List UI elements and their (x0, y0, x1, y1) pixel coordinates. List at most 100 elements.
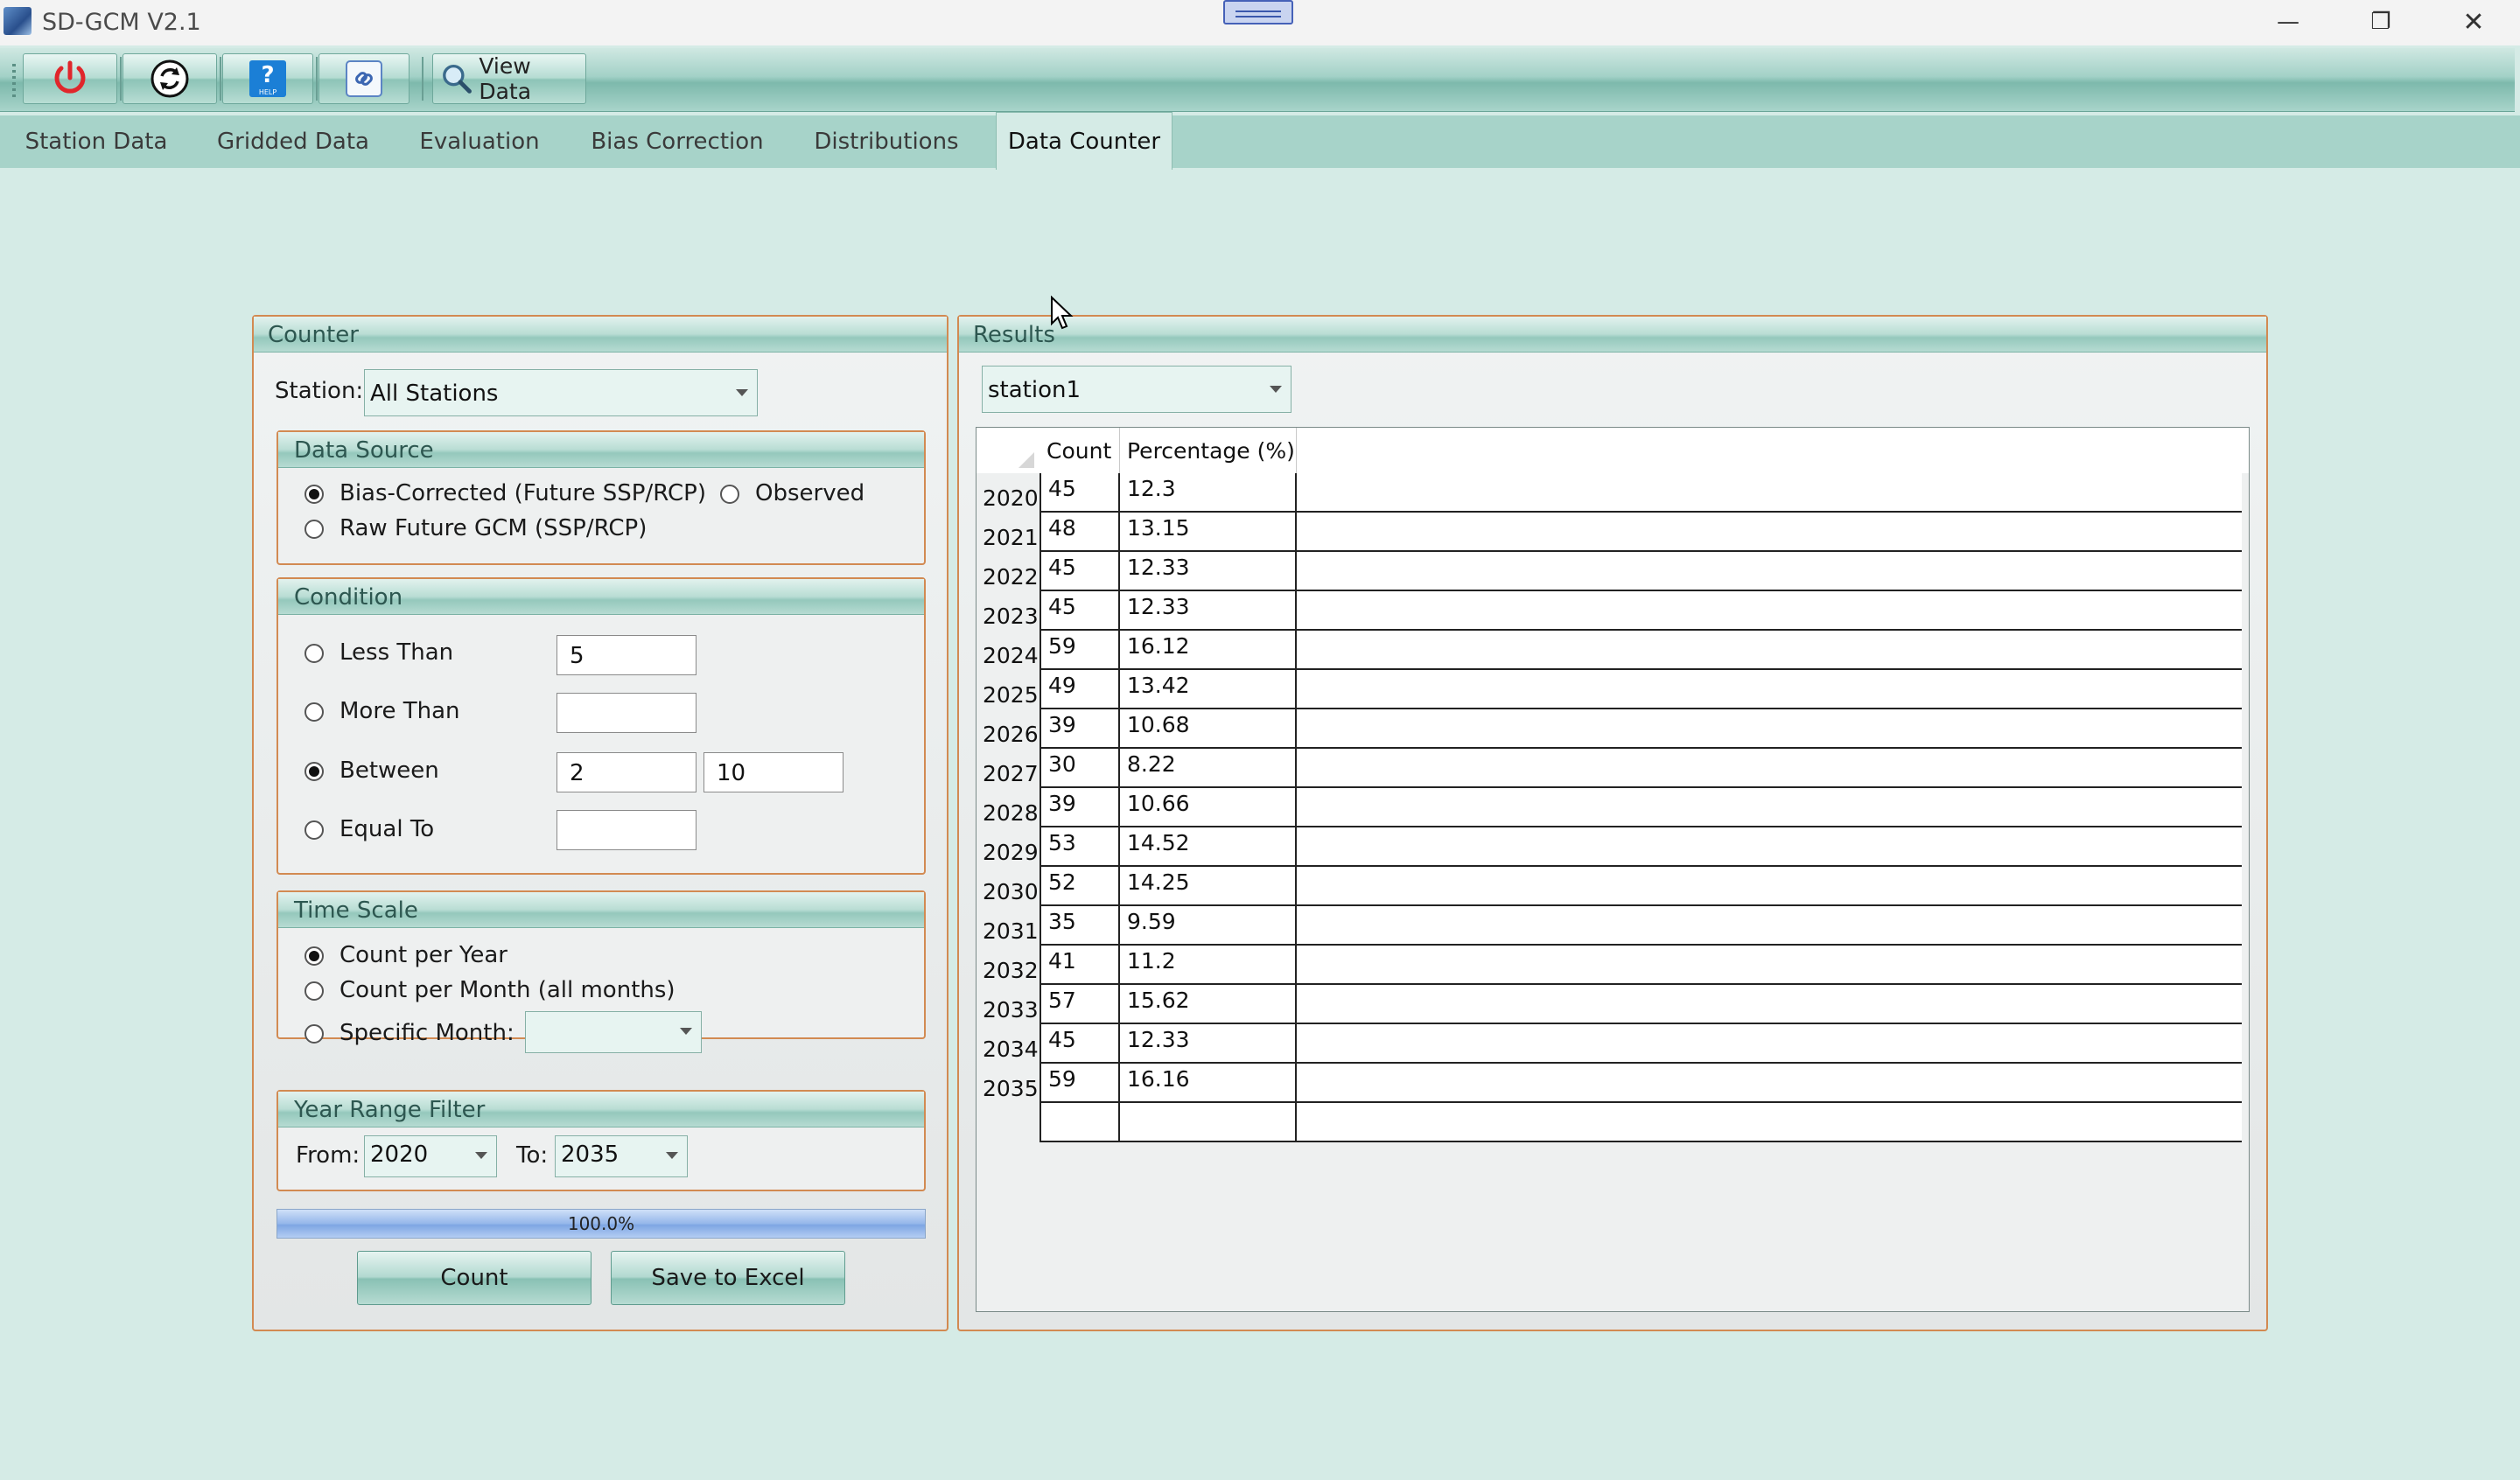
percentage-cell[interactable]: 13.15 (1120, 513, 1297, 552)
count-cell[interactable]: 45 (1040, 1024, 1120, 1064)
count-cell[interactable]: 30 (1040, 749, 1120, 788)
bias-corrected-radio[interactable] (304, 485, 324, 504)
percentage-cell[interactable] (1120, 1103, 1297, 1142)
table-row[interactable]: 2033 57 15.62 (976, 985, 2249, 1024)
between-max-input[interactable]: 10 (704, 752, 844, 792)
percentage-cell[interactable]: 9.59 (1120, 906, 1297, 946)
count-cell[interactable]: 41 (1040, 946, 1120, 985)
count-cell[interactable]: 53 (1040, 827, 1120, 867)
percentage-cell[interactable]: 8.22 (1120, 749, 1297, 788)
equal-to-radio[interactable] (304, 820, 324, 840)
count-cell[interactable]: 45 (1040, 552, 1120, 591)
count-cell[interactable]: 49 (1040, 670, 1120, 709)
view-data-button[interactable]: View Data (432, 53, 586, 104)
observed-radio[interactable] (720, 485, 739, 504)
percentage-cell[interactable]: 13.42 (1120, 670, 1297, 709)
table-row[interactable]: 2020 45 12.3 (976, 473, 2249, 513)
count-per-year-radio[interactable] (304, 946, 324, 966)
count-button[interactable]: Count (357, 1251, 592, 1305)
row-header-year[interactable]: 2034 (976, 1024, 1039, 1064)
row-header-year[interactable]: 2024 (976, 631, 1039, 670)
row-header-year[interactable]: 2020 (976, 473, 1039, 513)
tab-bias-correction[interactable]: Bias Correction (583, 115, 772, 168)
count-per-month-radio[interactable] (304, 981, 324, 1001)
table-row[interactable]: 2029 53 14.52 (976, 827, 2249, 867)
row-header-year[interactable]: 2035 (976, 1064, 1039, 1103)
refresh-button[interactable] (122, 53, 217, 104)
equal-to-input[interactable] (556, 810, 696, 850)
row-header-year[interactable] (976, 1103, 1038, 1142)
station-select[interactable]: All Stations (364, 369, 758, 416)
table-row-new[interactable] (976, 1103, 2249, 1142)
link-button[interactable] (318, 53, 410, 104)
tab-station-data[interactable]: Station Data (16, 115, 177, 168)
row-header-year[interactable]: 2031 (976, 906, 1039, 946)
percentage-cell[interactable]: 12.3 (1120, 473, 1297, 513)
row-header-year[interactable]: 2027 (976, 749, 1039, 788)
count-cell[interactable]: 57 (1040, 985, 1120, 1024)
count-cell[interactable]: 39 (1040, 709, 1120, 749)
tab-data-counter[interactable]: Data Counter (996, 112, 1172, 170)
results-station-select[interactable]: station1 (982, 366, 1292, 413)
row-header-year[interactable]: 2023 (976, 591, 1039, 631)
tab-distributions[interactable]: Distributions (805, 115, 968, 168)
row-header-year[interactable]: 2021 (976, 513, 1039, 552)
toolbar-grip[interactable] (12, 64, 16, 97)
minimize-button[interactable]: — (2242, 0, 2334, 44)
table-row[interactable]: 2032 41 11.2 (976, 946, 2249, 985)
raw-future-gcm-radio[interactable] (304, 520, 324, 539)
less-than-input[interactable]: 5 (556, 635, 696, 675)
row-header-year[interactable]: 2028 (976, 788, 1039, 827)
tab-gridded-data[interactable]: Gridded Data (210, 115, 376, 168)
table-row[interactable]: 2027 30 8.22 (976, 749, 2249, 788)
percentage-cell[interactable]: 14.52 (1120, 827, 1297, 867)
column-header-percentage[interactable]: Percentage (%) (1120, 428, 1297, 473)
close-button[interactable]: ✕ (2427, 0, 2520, 44)
power-button[interactable] (23, 53, 117, 104)
percentage-cell[interactable]: 12.33 (1120, 552, 1297, 591)
save-to-excel-button[interactable]: Save to Excel (611, 1251, 845, 1305)
between-min-input[interactable]: 2 (556, 752, 696, 792)
count-cell[interactable]: 35 (1040, 906, 1120, 946)
table-row[interactable]: 2023 45 12.33 (976, 591, 2249, 631)
percentage-cell[interactable]: 16.12 (1120, 631, 1297, 670)
row-header-year[interactable]: 2026 (976, 709, 1039, 749)
grid-corner[interactable] (976, 428, 1040, 473)
from-year-select[interactable]: 2020 (364, 1135, 497, 1177)
count-cell[interactable]: 59 (1040, 631, 1120, 670)
percentage-cell[interactable]: 12.33 (1120, 591, 1297, 631)
table-row[interactable]: 2035 59 16.16 (976, 1064, 2249, 1103)
percentage-cell[interactable]: 15.62 (1120, 985, 1297, 1024)
row-header-year[interactable]: 2032 (976, 946, 1039, 985)
tab-evaluation[interactable]: Evaluation (411, 115, 548, 168)
percentage-cell[interactable]: 10.68 (1120, 709, 1297, 749)
table-row[interactable]: 2025 49 13.42 (976, 670, 2249, 709)
table-row[interactable]: 2026 39 10.68 (976, 709, 2249, 749)
table-row[interactable]: 2034 45 12.33 (976, 1024, 2249, 1064)
help-button[interactable]: ? HELP (222, 53, 313, 104)
count-cell[interactable]: 45 (1040, 591, 1120, 631)
count-cell[interactable]: 48 (1040, 513, 1120, 552)
percentage-cell[interactable]: 14.25 (1120, 867, 1297, 906)
percentage-cell[interactable]: 16.16 (1120, 1064, 1297, 1103)
count-cell[interactable]: 45 (1040, 473, 1120, 513)
restore-button[interactable]: ❐ (2334, 0, 2427, 44)
table-row[interactable]: 2031 35 9.59 (976, 906, 2249, 946)
less-than-radio[interactable] (304, 644, 324, 663)
count-cell[interactable]: 52 (1040, 867, 1120, 906)
count-cell[interactable]: 39 (1040, 788, 1120, 827)
results-grid[interactable]: Count Percentage (%) 2020 45 12.3 2021 48 13.… (976, 427, 2250, 1312)
count-cell[interactable]: 59 (1040, 1064, 1120, 1103)
column-header-count[interactable]: Count (1040, 428, 1120, 473)
table-row[interactable]: 2028 39 10.66 (976, 788, 2249, 827)
percentage-cell[interactable]: 12.33 (1120, 1024, 1297, 1064)
to-year-select[interactable]: 2035 (555, 1135, 688, 1177)
table-row[interactable]: 2024 59 16.12 (976, 631, 2249, 670)
row-header-year[interactable]: 2025 (976, 670, 1039, 709)
row-header-year[interactable]: 2033 (976, 985, 1039, 1024)
row-header-year[interactable]: 2029 (976, 827, 1039, 867)
table-row[interactable]: 2022 45 12.33 (976, 552, 2249, 591)
more-than-input[interactable] (556, 693, 696, 733)
table-row[interactable]: 2030 52 14.25 (976, 867, 2249, 906)
percentage-cell[interactable]: 10.66 (1120, 788, 1297, 827)
